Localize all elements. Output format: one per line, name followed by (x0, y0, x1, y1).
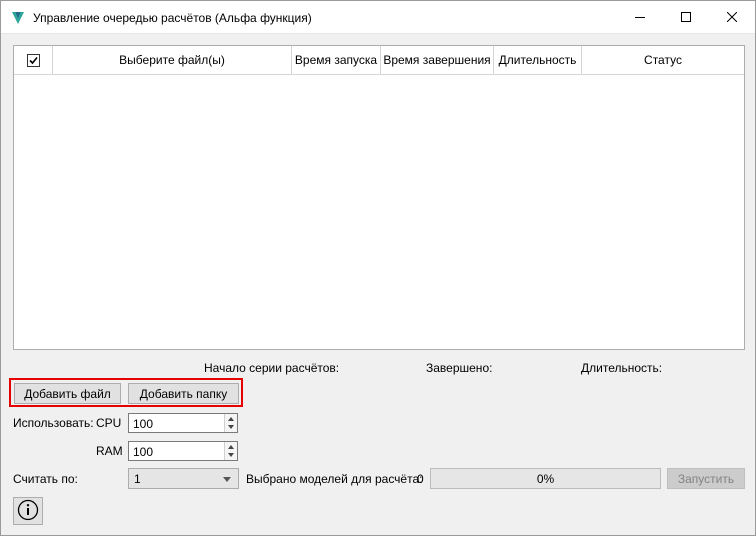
use-label: Использовать: (13, 416, 94, 430)
cpu-spinbox[interactable]: 100 (128, 413, 238, 433)
ram-stepper[interactable] (224, 442, 237, 460)
selected-models-label: Выбрано моделей для расчёта: (246, 472, 423, 486)
ram-value: 100 (133, 445, 154, 459)
cpu-stepper[interactable] (224, 414, 237, 432)
window-title: Управление очередью расчётов (Альфа функ… (33, 11, 312, 25)
table-header: Выберите файл(ы) Время запуска Время зав… (14, 46, 744, 75)
minimize-icon (635, 11, 645, 25)
series-start-label: Начало серии расчётов: (204, 361, 340, 375)
add-folder-button[interactable]: Добавить папку (128, 383, 239, 404)
info-button[interactable] (13, 497, 43, 525)
title-bar[interactable]: Управление очередью расчётов (Альфа функ… (1, 1, 755, 34)
ram-label: RAM (96, 444, 123, 458)
add-file-button[interactable]: Добавить файл (14, 383, 121, 404)
column-header-duration[interactable]: Длительность (494, 46, 582, 74)
count-by-select[interactable]: 1 (128, 468, 239, 489)
cpu-label: CPU (96, 416, 122, 430)
maximize-button[interactable] (663, 1, 709, 34)
column-header-status[interactable]: Статус (582, 46, 744, 74)
select-all-checkbox[interactable] (26, 53, 40, 67)
chevron-down-icon[interactable] (228, 453, 234, 457)
info-icon (17, 499, 39, 524)
select-all-column[interactable] (14, 46, 53, 74)
chevron-down-icon (223, 477, 231, 482)
checkmark-icon (28, 56, 38, 64)
queue-table[interactable]: Выберите файл(ы) Время запуска Время зав… (13, 45, 745, 350)
progress-text: 0% (536, 471, 555, 486)
app-logo-icon (10, 10, 26, 26)
count-by-label: Считать по: (13, 472, 78, 486)
duration-label: Длительность: (581, 361, 663, 375)
ram-spinbox[interactable]: 100 (128, 441, 238, 461)
close-button[interactable] (709, 1, 755, 34)
chevron-down-icon[interactable] (228, 425, 234, 429)
chevron-up-icon[interactable] (228, 417, 234, 421)
column-header-start-time[interactable]: Время запуска (292, 46, 381, 74)
selected-models-count: 0 (417, 472, 424, 486)
maximize-icon (681, 11, 691, 25)
column-header-end-time[interactable]: Время завершения (381, 46, 494, 74)
column-header-file[interactable]: Выберите файл(ы) (53, 46, 292, 74)
chevron-up-icon[interactable] (228, 445, 234, 449)
queue-window: Управление очередью расчётов (Альфа функ… (0, 0, 756, 536)
progress-bar: 0% (430, 468, 661, 489)
cpu-value: 100 (133, 417, 154, 431)
run-button[interactable]: Запустить (667, 468, 745, 489)
finished-label: Завершено: (426, 361, 493, 375)
count-by-value: 1 (134, 472, 141, 486)
close-icon (726, 11, 738, 25)
minimize-button[interactable] (617, 1, 663, 34)
